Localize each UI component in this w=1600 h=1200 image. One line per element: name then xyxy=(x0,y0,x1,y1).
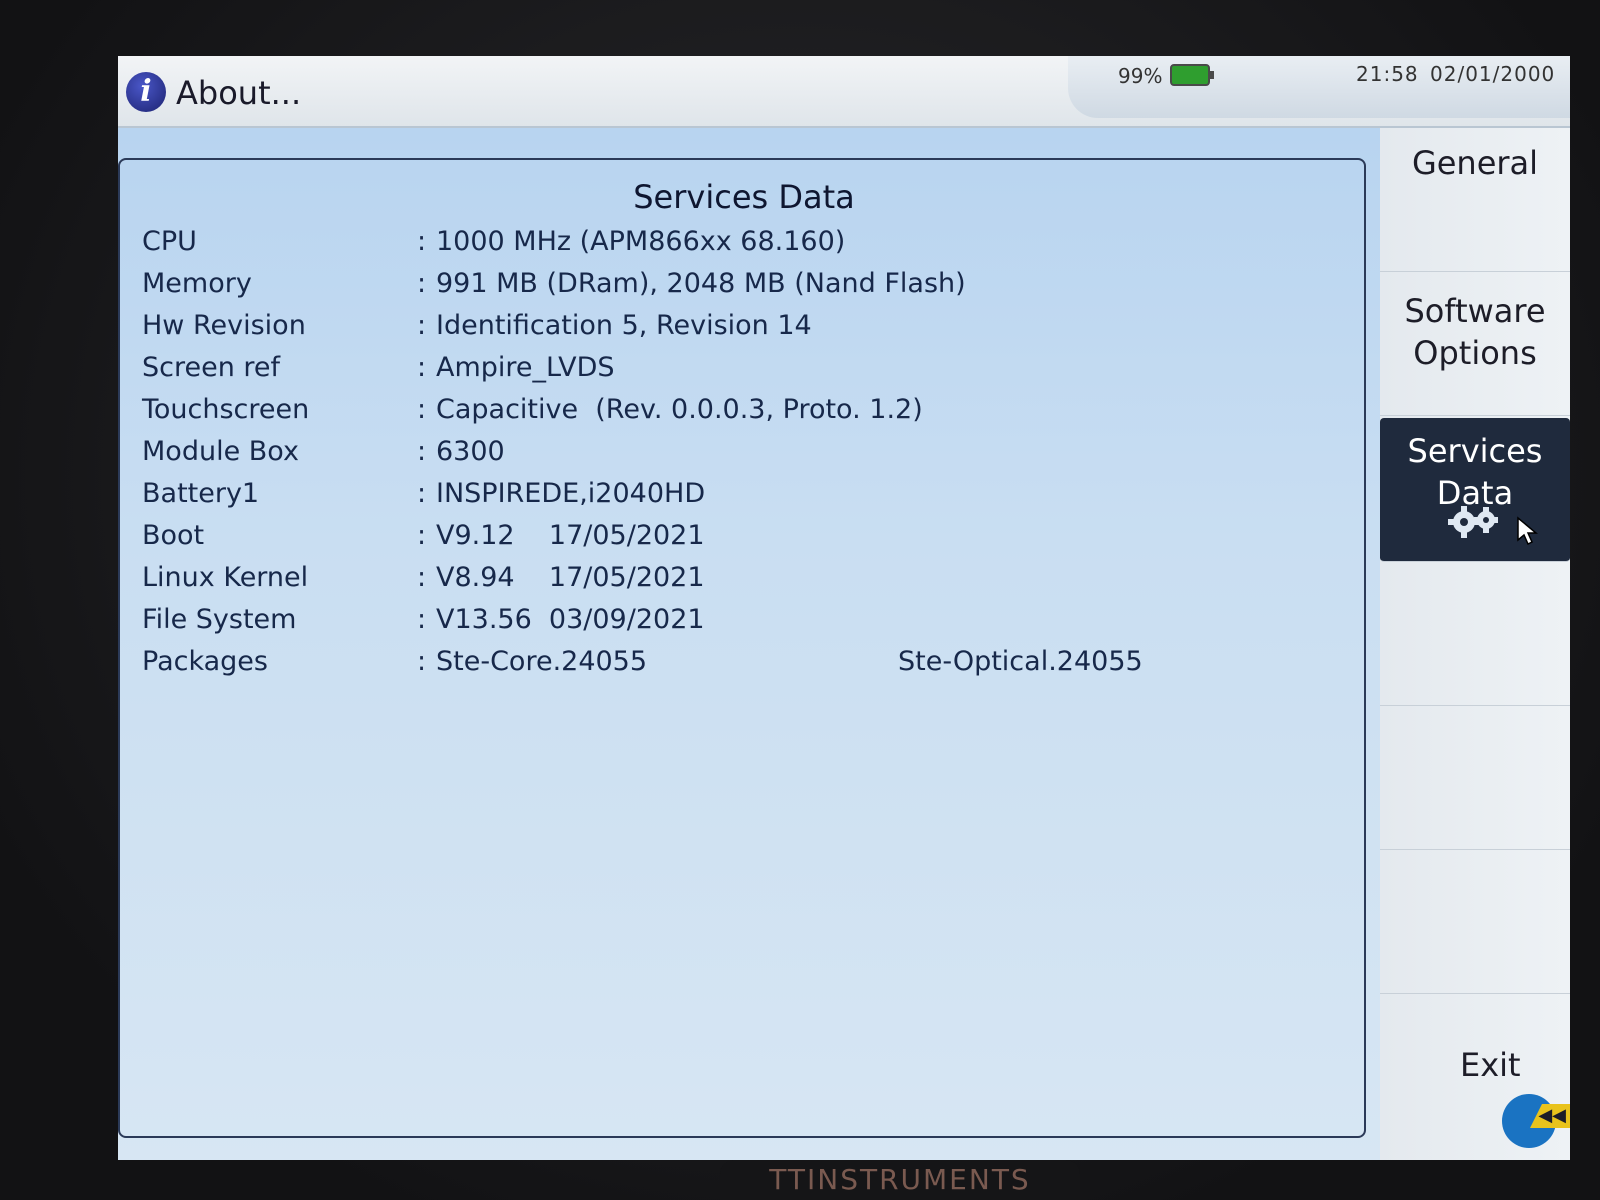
device-brand-logo: TTINSTRUMENTS xyxy=(720,1160,1080,1200)
info-label: Module Box xyxy=(142,436,299,467)
separator: : xyxy=(417,646,427,677)
right-sidebar: General Software Options Services Data E… xyxy=(1380,128,1570,1160)
tab-software-options-label-line2: Options xyxy=(1413,334,1537,372)
info-icon: i xyxy=(126,72,166,112)
info-label: Battery1 xyxy=(142,478,260,509)
separator: : xyxy=(417,352,427,383)
info-label: CPU xyxy=(142,226,197,257)
info-value: V13.56 03/09/2021 xyxy=(436,604,705,635)
info-value: Ampire_LVDS xyxy=(436,352,615,383)
info-row-memory: Memory : 991 MB (DRam), 2048 MB (Nand Fl… xyxy=(142,268,1342,310)
separator: : xyxy=(417,436,427,467)
device-screen: i About... 99% 21:58 02/01/2000 Services… xyxy=(118,56,1570,1160)
info-value: INSPIREDE,i2040HD xyxy=(436,478,706,509)
title-bar: i About... 99% 21:58 02/01/2000 xyxy=(118,56,1570,128)
info-row-module-box: Module Box : 6300 xyxy=(142,436,1342,478)
info-value: Ste-Core.24055 xyxy=(436,646,648,677)
info-row-battery: Battery1 : INSPIREDE,i2040HD xyxy=(142,478,1342,520)
sidebar-empty-slot-3 xyxy=(1380,850,1570,994)
separator: : xyxy=(417,268,427,299)
separator: : xyxy=(417,562,427,593)
tab-software-options-label-line1: Software xyxy=(1404,292,1546,330)
info-row-linux-kernel: Linux Kernel : V8.94 17/05/2021 xyxy=(142,562,1342,604)
info-row-cpu: CPU : 1000 MHz (APM866xx 68.160) xyxy=(142,226,1342,268)
info-value: Capacitive (Rev. 0.0.0.3, Proto. 1.2) xyxy=(436,394,923,425)
info-row-boot: Boot : V9.12 17/05/2021 xyxy=(142,520,1342,562)
battery-icon xyxy=(1170,64,1214,86)
separator: : xyxy=(417,478,427,509)
info-value-secondary: Ste-Optical.24055 xyxy=(898,646,1143,677)
clock-date: 02/01/2000 xyxy=(1430,62,1556,86)
info-value: 6300 xyxy=(436,436,505,467)
info-label: Touchscreen xyxy=(142,394,310,425)
cursor-icon xyxy=(1517,516,1538,546)
separator: : xyxy=(417,226,427,257)
info-label: Boot xyxy=(142,520,205,551)
services-data-list: CPU : 1000 MHz (APM866xx 68.160) Memory … xyxy=(142,226,1342,688)
tab-software-options[interactable]: Software Options xyxy=(1380,272,1570,416)
separator: : xyxy=(417,310,427,341)
info-label: Memory xyxy=(142,268,252,299)
info-label: File System xyxy=(142,604,297,635)
clock-time: 21:58 xyxy=(1356,62,1419,86)
info-row-file-system: File System : V13.56 03/09/2021 xyxy=(142,604,1342,646)
info-row-touchscreen: Touchscreen : Capacitive (Rev. 0.0.0.3, … xyxy=(142,394,1342,436)
info-value: 991 MB (DRam), 2048 MB (Nand Flash) xyxy=(436,268,966,299)
sidebar-empty-slot-1 xyxy=(1380,562,1570,706)
tab-services-data[interactable]: Services Data xyxy=(1380,418,1570,562)
info-label: Screen ref xyxy=(142,352,281,383)
info-value: V8.94 17/05/2021 xyxy=(436,562,705,593)
sidebar-empty-slot-2 xyxy=(1380,706,1570,850)
services-data-box: Services Data CPU : 1000 MHz (APM866xx 6… xyxy=(118,158,1366,1138)
window-title: About... xyxy=(176,74,302,112)
exit-label: Exit xyxy=(1460,1046,1521,1084)
info-value: 1000 MHz (APM866xx 68.160) xyxy=(436,226,846,257)
gear-icon xyxy=(1448,506,1498,538)
info-label: Hw Revision xyxy=(142,310,306,341)
info-value: Identification 5, Revision 14 xyxy=(436,310,812,341)
panel-title: Services Data xyxy=(633,178,855,216)
battery-percentage: 99% xyxy=(1118,64,1163,88)
separator: : xyxy=(417,394,427,425)
tab-general[interactable]: General xyxy=(1380,128,1570,272)
info-label: Packages xyxy=(142,646,268,677)
info-row-hw-revision: Hw Revision : Identification 5, Revision… xyxy=(142,310,1342,352)
separator: : xyxy=(417,520,427,551)
main-panel: Services Data CPU : 1000 MHz (APM866xx 6… xyxy=(118,128,1380,1160)
info-value: V9.12 17/05/2021 xyxy=(436,520,705,551)
info-label: Linux Kernel xyxy=(142,562,309,593)
info-row-screen-ref: Screen ref : Ampire_LVDS xyxy=(142,352,1342,394)
exit-button[interactable]: Exit xyxy=(1380,998,1570,1160)
separator: : xyxy=(417,604,427,635)
tab-services-data-label-line1: Services xyxy=(1407,432,1543,470)
info-row-packages: Packages : Ste-Core.24055 Ste-Optical.24… xyxy=(142,646,1342,688)
tab-general-label: General xyxy=(1411,144,1539,182)
